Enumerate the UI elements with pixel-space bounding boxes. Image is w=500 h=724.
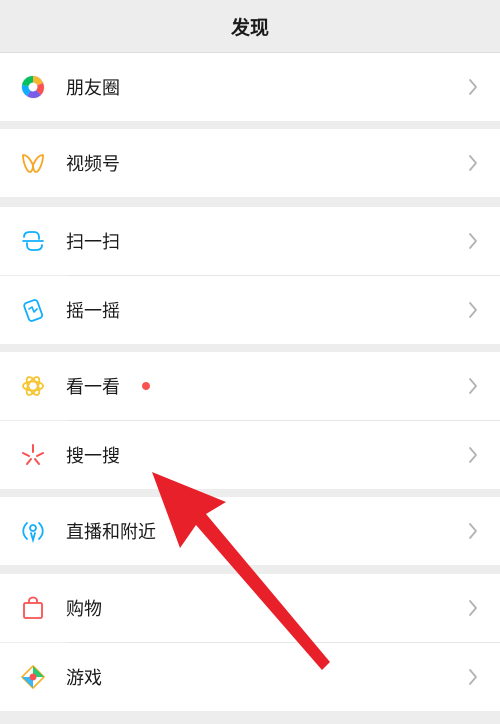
menu-item-channels[interactable]: 视频号 — [0, 129, 500, 197]
channels-icon — [19, 149, 47, 177]
chevron-right-icon — [468, 301, 478, 319]
chevron-right-icon — [468, 522, 478, 540]
chevron-right-icon — [468, 668, 478, 686]
menu-item-label: 购物 — [66, 599, 102, 620]
menu-item-label: 直播和附近 — [66, 522, 156, 543]
live-nearby-icon — [19, 517, 47, 545]
menu-item-live-nearby[interactable]: 直播和附近 — [0, 497, 500, 565]
chevron-right-icon — [468, 232, 478, 250]
notification-badge — [142, 382, 150, 390]
menu-item-label: 视频号 — [66, 154, 120, 175]
chevron-right-icon — [468, 599, 478, 617]
games-icon — [19, 663, 47, 691]
menu-item-label: 朋友圈 — [66, 78, 120, 99]
chevron-right-icon — [468, 377, 478, 395]
menu-item-search[interactable]: 搜一搜 — [0, 421, 500, 489]
menu-item-shake[interactable]: 摇一摇 — [0, 276, 500, 344]
shake-icon — [19, 296, 47, 324]
chevron-right-icon — [468, 78, 478, 96]
shopping-bag-icon — [19, 594, 47, 622]
menu-item-scan[interactable]: 扫一扫 — [0, 207, 500, 275]
menu-item-label: 扫一扫 — [66, 232, 120, 253]
scan-icon — [19, 227, 47, 255]
chevron-right-icon — [468, 154, 478, 172]
menu-item-label: 看一看 — [66, 377, 120, 398]
menu-item-top-stories[interactable]: 看一看 — [0, 352, 500, 420]
moments-icon — [19, 73, 47, 101]
menu-item-moments[interactable]: 朋友圈 — [0, 53, 500, 121]
menu-item-shopping[interactable]: 购物 — [0, 574, 500, 642]
menu-item-label: 游戏 — [66, 668, 102, 689]
search-icon — [19, 441, 47, 469]
chevron-right-icon — [468, 446, 478, 464]
menu-item-label: 摇一摇 — [66, 301, 120, 322]
menu-item-label: 搜一搜 — [66, 446, 120, 467]
top-bar: 发现 — [0, 0, 500, 53]
top-stories-icon — [19, 372, 47, 400]
page-title: 发现 — [230, 16, 269, 39]
menu-item-games[interactable]: 游戏 — [0, 643, 500, 711]
